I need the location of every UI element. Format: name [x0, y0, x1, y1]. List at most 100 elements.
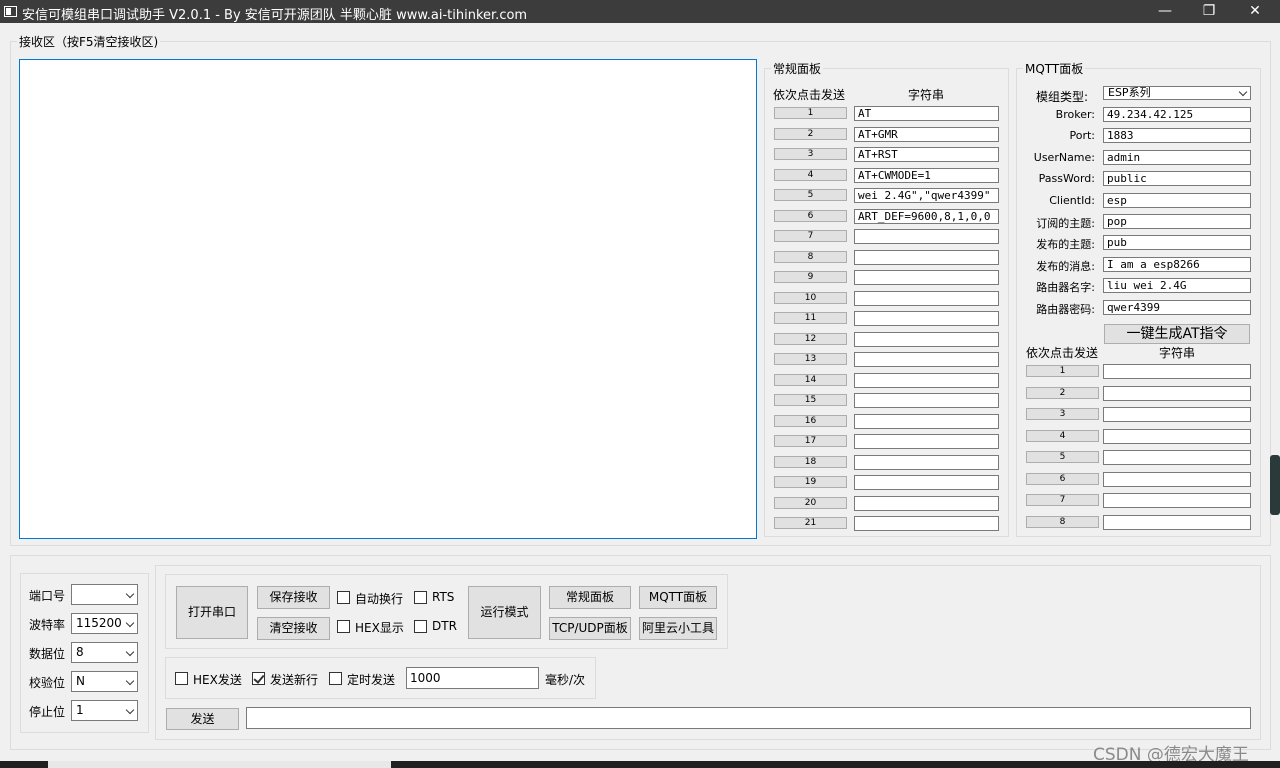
- port-select[interactable]: [71, 584, 138, 605]
- taskbar-search-box[interactable]: [48, 761, 391, 768]
- normal-string-input-18[interactable]: [854, 454, 999, 470]
- mqtt-string-input-8[interactable]: [1103, 514, 1251, 530]
- close-button[interactable]: ✕: [1232, 0, 1278, 23]
- normal-string-input-10[interactable]: [854, 290, 999, 306]
- mqtt-send-button-7[interactable]: 7: [1026, 494, 1099, 506]
- mqtt-send-button-6[interactable]: 6: [1026, 472, 1099, 485]
- normal-string-input-15[interactable]: [854, 393, 999, 408]
- receive-textarea[interactable]: [19, 59, 757, 539]
- normal-string-input-16[interactable]: [854, 413, 999, 429]
- mqtt-field-input[interactable]: pub: [1103, 235, 1251, 251]
- timed-send-checkbox[interactable]: [329, 672, 342, 685]
- mqtt-field-input[interactable]: qwer4399: [1103, 299, 1251, 315]
- normal-send-button-8[interactable]: 8: [774, 250, 847, 263]
- normal-string-input-20[interactable]: [854, 495, 999, 511]
- mqtt-send-button-4[interactable]: 4: [1026, 429, 1099, 442]
- normal-send-button-3[interactable]: 3: [774, 148, 847, 160]
- side-scroll-handle[interactable]: [1270, 455, 1280, 515]
- normal-string-input-13[interactable]: [854, 352, 999, 367]
- mqtt-send-button-2[interactable]: 2: [1026, 386, 1099, 399]
- restore-button[interactable]: ❐: [1186, 0, 1232, 23]
- normal-string-input-1[interactable]: AT: [854, 106, 999, 121]
- normal-string-input-8[interactable]: [854, 249, 999, 265]
- mqtt-send-button-5[interactable]: 5: [1026, 451, 1099, 463]
- mqtt-string-input-6[interactable]: [1103, 471, 1251, 487]
- normal-send-button-21[interactable]: 21: [774, 517, 847, 529]
- normal-string-input-2[interactable]: AT+GMR: [854, 126, 999, 142]
- normal-string-input-14[interactable]: [854, 372, 999, 388]
- mqtt-string-input-1[interactable]: [1103, 364, 1251, 379]
- hex-display-checkbox[interactable]: [337, 620, 350, 633]
- normal-string-input-6[interactable]: ART_DEF=9600,8,1,0,0: [854, 208, 999, 224]
- normal-string-input-21[interactable]: [854, 516, 999, 531]
- mqtt-field-input[interactable]: 49.234.42.125: [1103, 107, 1251, 122]
- normal-send-button-9[interactable]: 9: [774, 271, 847, 283]
- normal-send-button-16[interactable]: 16: [774, 414, 847, 427]
- parity-select[interactable]: N: [71, 671, 138, 692]
- normal-send-button-14[interactable]: 14: [774, 373, 847, 386]
- normal-string-input-17[interactable]: [854, 434, 999, 449]
- module-type-select[interactable]: ESP系列: [1103, 86, 1251, 100]
- aliyun-tool-button[interactable]: 阿里云小工具: [639, 617, 717, 640]
- normal-send-button-5[interactable]: 5: [774, 189, 847, 201]
- mqtt-field-input[interactable]: public: [1103, 171, 1251, 187]
- normal-send-button-15[interactable]: 15: [774, 394, 847, 406]
- normal-panel-button[interactable]: 常规面板: [549, 586, 631, 609]
- normal-string-input-4[interactable]: AT+CWMODE=1: [854, 167, 999, 183]
- mqtt-string-input-3[interactable]: [1103, 407, 1251, 422]
- tcp-udp-panel-button[interactable]: TCP/UDP面板: [549, 617, 631, 640]
- mqtt-send-button-1[interactable]: 1: [1026, 365, 1099, 377]
- send-newline-checkbox[interactable]: [252, 672, 265, 685]
- rts-checkbox[interactable]: [414, 591, 427, 604]
- save-receive-button[interactable]: 保存接收: [257, 586, 330, 609]
- hex-send-checkbox[interactable]: [175, 672, 188, 685]
- mqtt-field-input[interactable]: I am a esp8266: [1103, 256, 1251, 272]
- normal-send-button-20[interactable]: 20: [774, 496, 847, 509]
- clear-receive-button[interactable]: 清空接收: [257, 617, 330, 640]
- normal-string-input-3[interactable]: AT+RST: [854, 147, 999, 162]
- mqtt-field-input[interactable]: esp: [1103, 192, 1251, 208]
- normal-string-input-11[interactable]: [854, 311, 999, 326]
- interval-input[interactable]: 1000: [406, 667, 539, 689]
- normal-string-input-7[interactable]: [854, 229, 999, 244]
- mqtt-string-input-7[interactable]: [1103, 493, 1251, 508]
- normal-send-button-17[interactable]: 17: [774, 435, 847, 447]
- mqtt-send-button-8[interactable]: 8: [1026, 515, 1099, 528]
- send-button[interactable]: 发送: [166, 708, 239, 730]
- normal-string-input-19[interactable]: [854, 475, 999, 490]
- mqtt-send-button-3[interactable]: 3: [1026, 408, 1099, 420]
- mqtt-string-input-5[interactable]: [1103, 450, 1251, 465]
- normal-send-button-13[interactable]: 13: [774, 353, 847, 365]
- minimize-button[interactable]: —: [1142, 0, 1188, 23]
- normal-panel-title: 常规面板: [771, 60, 824, 77]
- normal-send-button-10[interactable]: 10: [774, 291, 847, 304]
- normal-send-button-4[interactable]: 4: [774, 168, 847, 181]
- normal-string-input-9[interactable]: [854, 270, 999, 285]
- mqtt-field-input[interactable]: liu wei 2.4G: [1103, 278, 1251, 294]
- open-port-button[interactable]: 打开串口: [176, 586, 248, 639]
- normal-send-button-18[interactable]: 18: [774, 455, 847, 468]
- normal-string-input-5[interactable]: wei 2.4G","qwer4399": [854, 188, 999, 203]
- normal-send-button-1[interactable]: 1: [774, 107, 847, 119]
- send-text-input[interactable]: [246, 707, 1251, 729]
- normal-send-button-11[interactable]: 11: [774, 312, 847, 324]
- normal-send-button-2[interactable]: 2: [774, 127, 847, 140]
- auto-wrap-checkbox[interactable]: [337, 591, 350, 604]
- normal-send-button-6[interactable]: 6: [774, 209, 847, 222]
- dtr-checkbox[interactable]: [414, 620, 427, 633]
- mqtt-string-input-2[interactable]: [1103, 385, 1251, 401]
- generate-at-button[interactable]: 一键生成AT指令: [1104, 324, 1250, 344]
- normal-string-input-12[interactable]: [854, 331, 999, 347]
- normal-send-button-19[interactable]: 19: [774, 476, 847, 488]
- mqtt-string-input-4[interactable]: [1103, 428, 1251, 444]
- normal-send-button-12[interactable]: 12: [774, 332, 847, 345]
- mqtt-panel-button[interactable]: MQTT面板: [639, 586, 717, 609]
- run-mode-button[interactable]: 运行模式: [468, 586, 541, 639]
- baud-select[interactable]: 115200: [71, 613, 138, 634]
- mqtt-field-input[interactable]: pop: [1103, 214, 1251, 229]
- mqtt-field-input[interactable]: 1883: [1103, 128, 1251, 144]
- normal-send-button-7[interactable]: 7: [774, 230, 847, 242]
- stop-bits-select[interactable]: 1: [71, 700, 138, 721]
- mqtt-field-input[interactable]: admin: [1103, 149, 1251, 165]
- data-bits-select[interactable]: 8: [71, 642, 138, 663]
